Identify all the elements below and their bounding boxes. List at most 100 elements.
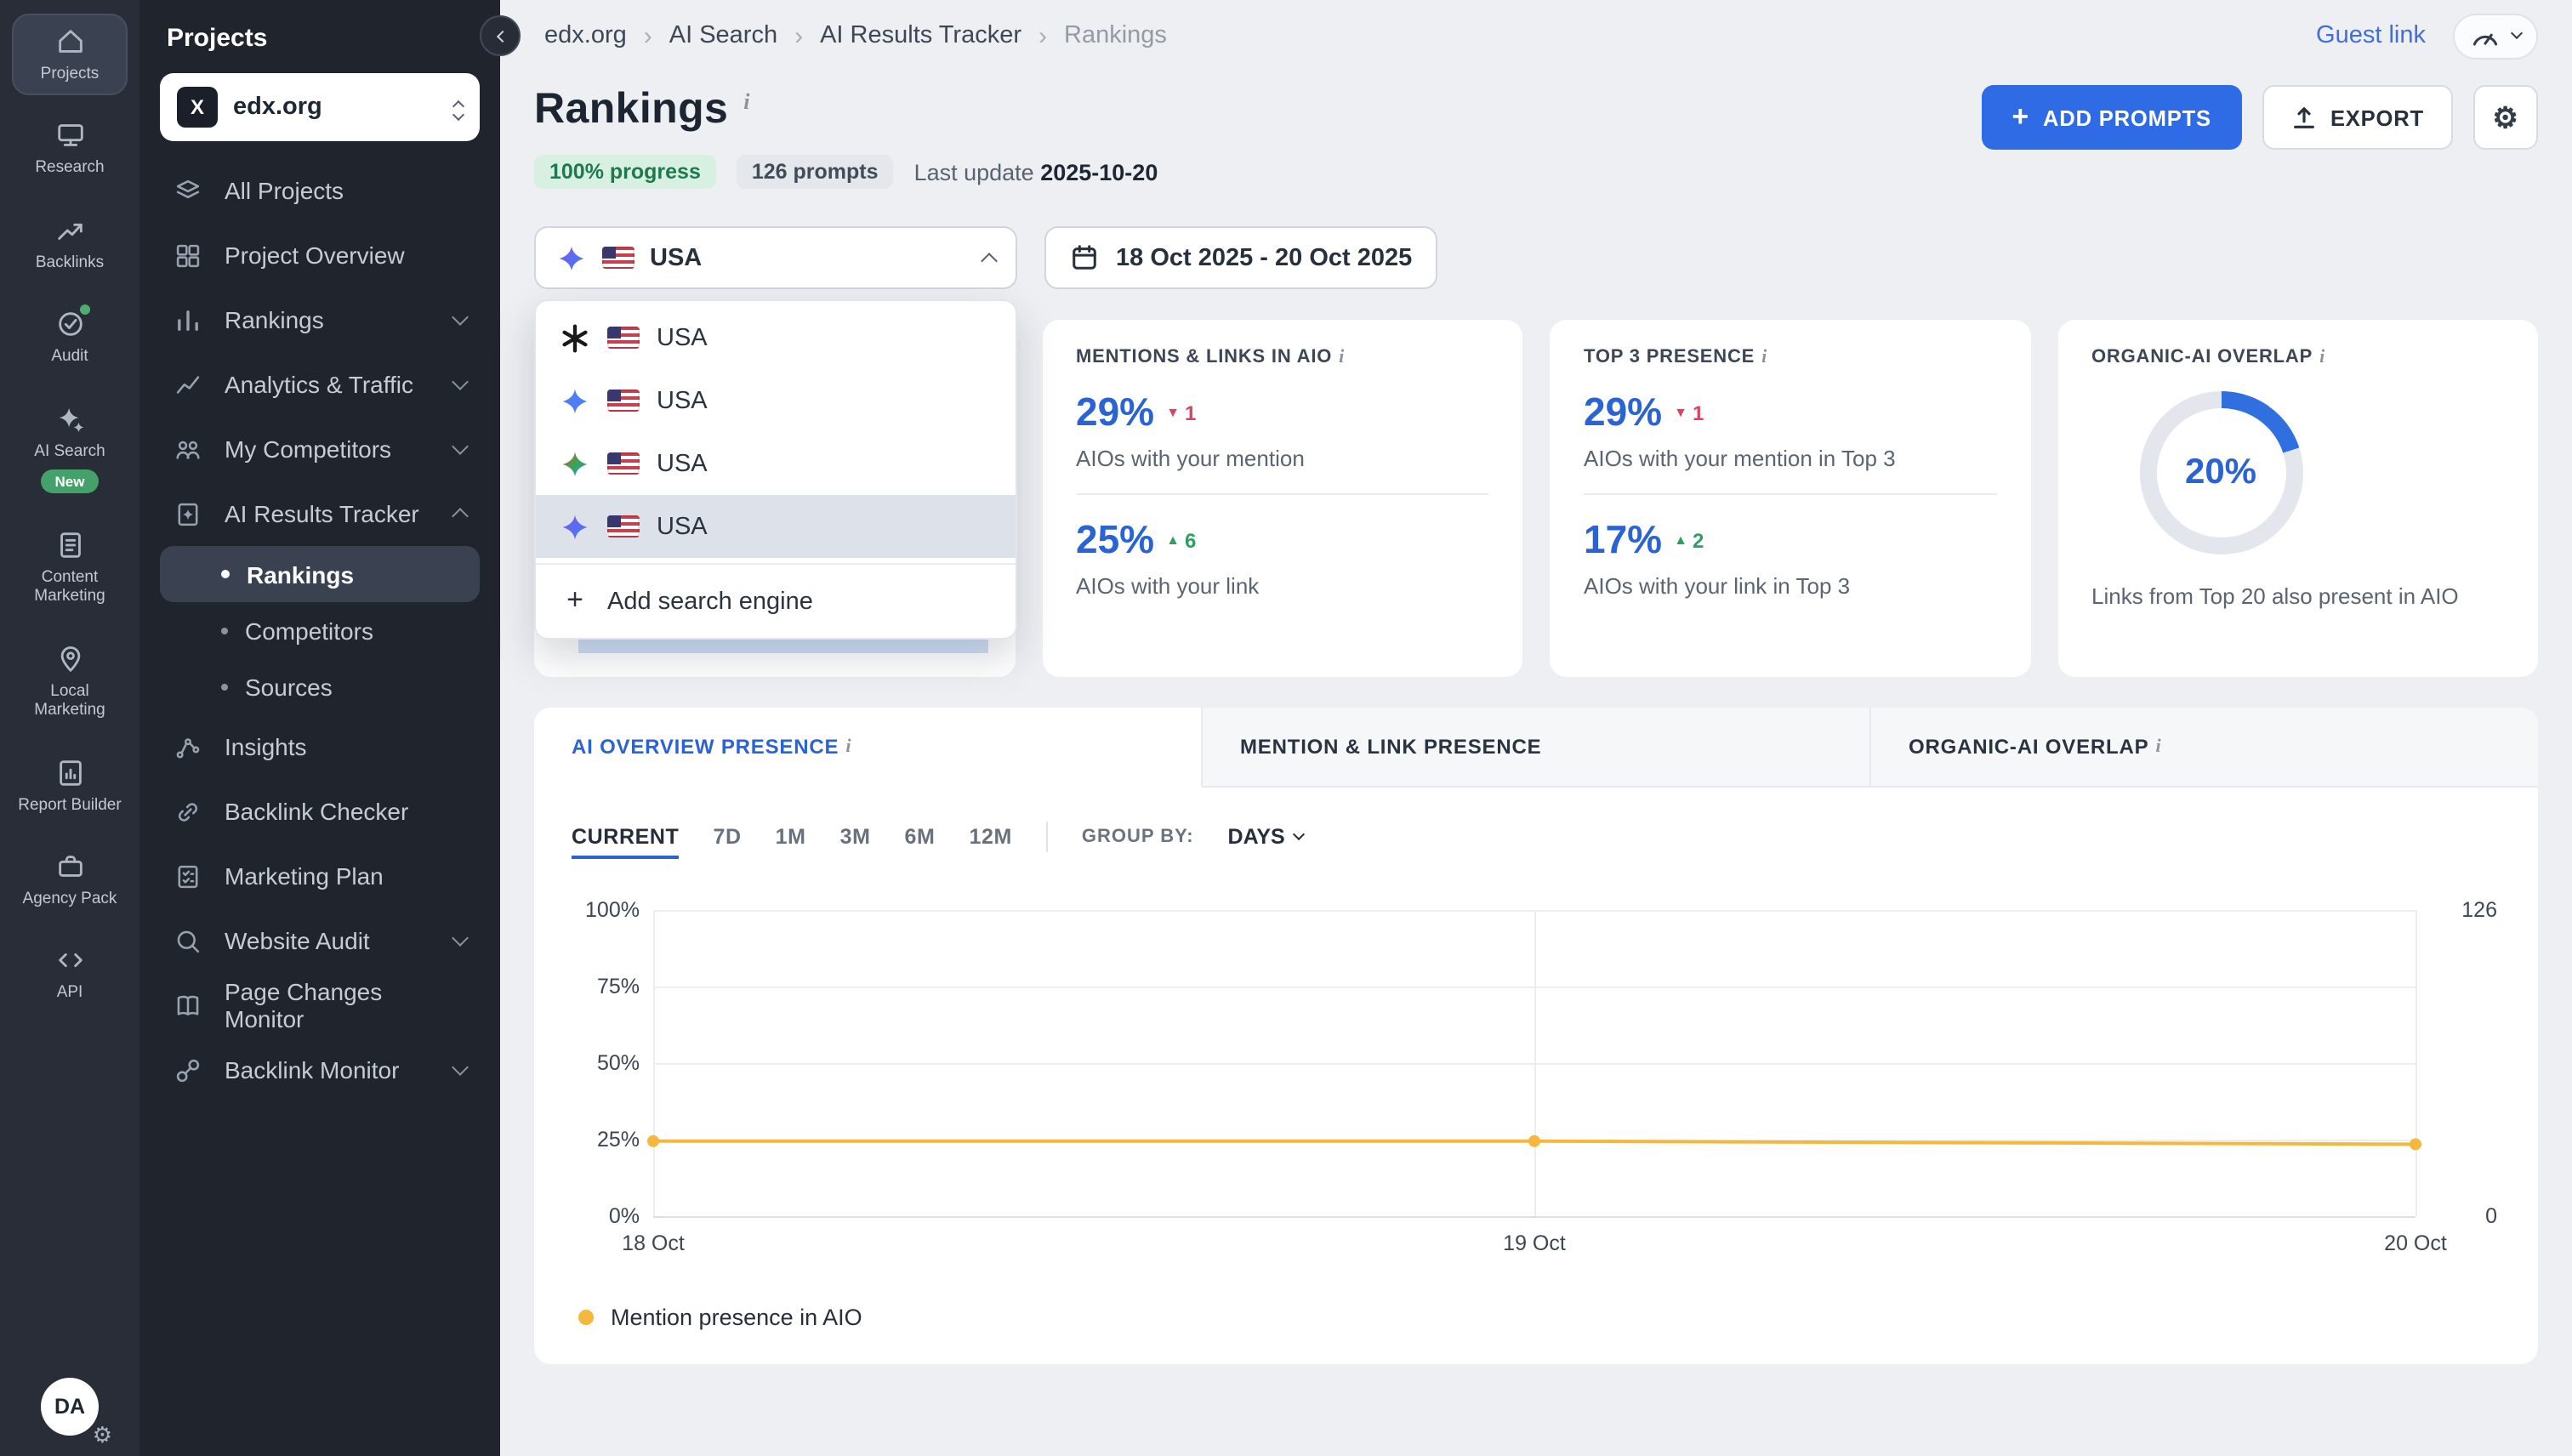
user-area: DA ⚙ [41, 1378, 99, 1436]
y-tick-right: 126 [2426, 898, 2497, 922]
metric-value: 29% [1076, 390, 1154, 435]
divider [1076, 493, 1488, 495]
settings-gear-icon[interactable]: ⚙ [93, 1422, 112, 1449]
sidebar-subitem-competitors[interactable]: Competitors [160, 602, 480, 658]
range-3m[interactable]: 3M [840, 825, 871, 859]
group-by-select[interactable]: DAYS [1228, 825, 1304, 859]
nav-audit[interactable]: Audit [12, 296, 128, 378]
sidebar-collapse-button[interactable] [480, 15, 521, 56]
sidebar-item-rankings[interactable]: Rankings [160, 287, 480, 352]
breadcrumb-separator: › [794, 21, 803, 50]
research-icon [54, 120, 86, 152]
nav-label: Report Builder [18, 795, 121, 815]
nav-content-marketing[interactable]: Content Marketing [12, 517, 128, 619]
us-flag-icon [607, 390, 640, 412]
sidebar-item-label: Project Overview [225, 242, 405, 269]
ai-overview-icon [560, 511, 590, 542]
sidebar-item-page-changes-monitor[interactable]: Page Changes Monitor [160, 973, 480, 1038]
chevron-down-icon [1294, 828, 1306, 840]
sidebar-item-label: Backlink Checker [225, 798, 408, 825]
range-selector: CURRENT 7D 1M 3M 6M 12M GROUP BY: DAYS [534, 788, 2538, 862]
project-selector[interactable]: X edx.org [160, 73, 480, 141]
project-logo: X [177, 87, 218, 128]
info-icon[interactable]: i [743, 88, 749, 116]
info-icon[interactable]: i [1339, 347, 1345, 367]
search-engine-select[interactable]: USA [534, 226, 1017, 289]
nav-ai-search[interactable]: AI Search New [12, 390, 128, 505]
info-icon[interactable]: i [2319, 347, 2325, 367]
export-button[interactable]: EXPORT [2262, 85, 2453, 150]
breadcrumb: edx.org › AI Search › AI Results Tracker… [544, 21, 1167, 50]
nav-projects[interactable]: Projects [12, 14, 128, 96]
date-range-picker[interactable]: 18 Oct 2025 - 20 Oct 2025 [1044, 226, 1437, 289]
add-search-engine-option[interactable]: + Add search engine [536, 570, 1016, 633]
nav-label: Audit [51, 347, 88, 367]
sidebar-item-backlink-monitor[interactable]: Backlink Monitor [160, 1038, 480, 1102]
range-current[interactable]: CURRENT [572, 825, 679, 859]
range-7d[interactable]: 7D [713, 825, 741, 859]
engine-option-ai-mode[interactable]: USA [536, 432, 1016, 495]
sidebar-subitem-label: Rankings [247, 560, 354, 588]
sidebar-subitem-rankings[interactable]: Rankings [160, 546, 480, 602]
us-flag-icon [607, 452, 640, 475]
chevron-up-icon [981, 252, 998, 269]
avatar[interactable]: DA [41, 1378, 99, 1436]
new-badge: New [42, 469, 99, 493]
range-12m[interactable]: 12M [969, 825, 1011, 859]
chevron-down-icon [452, 930, 469, 947]
gear-icon: ⚙ [2492, 103, 2518, 132]
tab-ai-overview-presence[interactable]: AI OVERVIEW PRESENCEi [534, 708, 1203, 788]
breadcrumb-current: Rankings [1064, 22, 1167, 49]
sidebar-item-all-projects[interactable]: All Projects [160, 158, 480, 223]
sidebar-subitem-sources[interactable]: Sources [160, 658, 480, 714]
search-engine-dropdown: USA USA [534, 226, 1017, 289]
breadcrumb-ai-results-tracker[interactable]: AI Results Tracker [820, 22, 1021, 49]
sidebar-item-marketing-plan[interactable]: Marketing Plan [160, 844, 480, 908]
api-icon [54, 945, 86, 977]
range-6m[interactable]: 6M [905, 825, 936, 859]
sidebar-item-label: Website Audit [225, 927, 370, 954]
tab-organic-ai-overlap[interactable]: ORGANIC-AI OVERLAPi [1871, 708, 2538, 788]
nav-agency-pack[interactable]: Agency Pack [12, 839, 128, 921]
bullet-icon [221, 570, 230, 578]
guest-link[interactable]: Guest link [2316, 22, 2426, 49]
metric-label: AIOs with your link [1076, 573, 1488, 599]
sidebar-subitem-label: Sources [245, 673, 333, 700]
breadcrumb-project[interactable]: edx.org [544, 22, 627, 49]
sidebar-item-insights[interactable]: Insights [160, 714, 480, 779]
filter-row: USA USA [500, 226, 2572, 289]
info-icon[interactable]: i [1761, 347, 1767, 367]
chevron-down-icon [452, 309, 469, 326]
nav-api[interactable]: API [12, 933, 128, 1015]
primary-nav-rail: Projects Research Backlinks Audit A [0, 0, 139, 1456]
presence-line [653, 910, 2416, 1216]
chart-legend: Mention presence in AIO [534, 1267, 2538, 1364]
sidebar-item-website-audit[interactable]: Website Audit [160, 908, 480, 973]
tab-mention-link-presence[interactable]: MENTION & LINK PRESENCE [1203, 708, 1871, 788]
add-prompts-button[interactable]: + ADD PROMPTS [1981, 85, 2242, 150]
sidebar-item-analytics-traffic[interactable]: Analytics & Traffic [160, 352, 480, 417]
nav-report-builder[interactable]: Report Builder [12, 744, 128, 827]
metric-value: 29% [1584, 390, 1662, 435]
sidebar-item-ai-results-tracker[interactable]: AI Results Tracker [160, 481, 480, 546]
engine-option-ai-overview[interactable]: USA [536, 495, 1016, 558]
donut-value: 20% [2185, 452, 2256, 493]
sidebar-item-my-competitors[interactable]: My Competitors [160, 417, 480, 481]
breadcrumb-ai-search[interactable]: AI Search [669, 22, 777, 49]
nav-backlinks[interactable]: Backlinks [12, 202, 128, 285]
sidebar-item-project-overview[interactable]: Project Overview [160, 223, 480, 287]
y-tick: 25% [575, 1128, 640, 1152]
group-by-label: GROUP BY: [1082, 827, 1194, 857]
info-icon[interactable]: i [845, 737, 851, 757]
x-tick: 19 Oct [1503, 1231, 1566, 1255]
settings-button[interactable]: ⚙ [2473, 85, 2538, 150]
engine-option-chatgpt[interactable]: USA [536, 306, 1016, 369]
range-1m[interactable]: 1M [776, 825, 806, 859]
engine-option-gemini[interactable]: USA [536, 369, 1016, 432]
nav-research[interactable]: Research [12, 108, 128, 191]
sidebar-item-backlink-checker[interactable]: Backlink Checker [160, 779, 480, 844]
info-icon[interactable]: i [2155, 737, 2161, 757]
usage-gauge-button[interactable] [2453, 13, 2538, 59]
metric-label: AIOs with your mention in Top 3 [1584, 446, 1996, 471]
nav-local-marketing[interactable]: Local Marketing [12, 630, 128, 732]
